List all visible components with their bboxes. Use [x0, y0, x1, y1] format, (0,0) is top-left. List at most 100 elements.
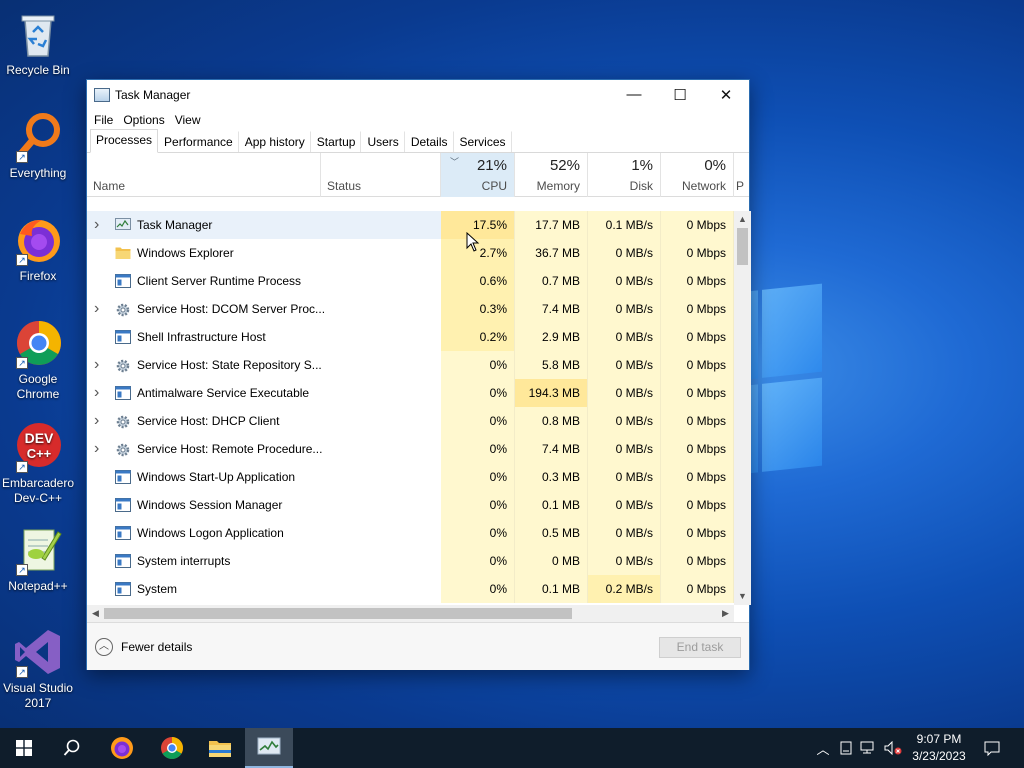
notepadpp-icon: ↗: [12, 524, 64, 576]
chevron-up-icon: ︿: [95, 638, 113, 656]
chrome-icon: [161, 737, 183, 759]
desktop-icon-recycle-bin[interactable]: Recycle Bin: [0, 8, 76, 78]
column-header-cpu[interactable]: ﹀ 21% CPU: [441, 153, 515, 197]
process-memory: 0 MB: [515, 547, 588, 575]
close-button[interactable]: ✕: [703, 80, 749, 109]
window-title: Task Manager: [115, 87, 191, 102]
maximize-button[interactable]: ☐: [657, 80, 703, 109]
chevron-right-icon[interactable]: ›: [94, 295, 106, 322]
desktop-icon-devcpp[interactable]: DEV C++ ↗ Embarcadero Dev-C++: [0, 421, 76, 506]
process-row[interactable]: Windows Logon Application 0% 0.5 MB 0 MB/s 0…: [87, 519, 734, 547]
scroll-right-icon[interactable]: ▶: [717, 605, 734, 622]
process-row[interactable]: › Service Host: State Repository S... 0% 5.…: [87, 351, 734, 379]
gear-icon: [115, 302, 131, 317]
tab-processes[interactable]: Processes: [90, 129, 159, 153]
process-row[interactable]: System 0% 0.1 MB 0.2 MB/s 0 Mbps: [87, 575, 734, 603]
process-name: System: [137, 582, 178, 596]
firefox-icon: ↗: [12, 214, 64, 266]
process-status: [321, 239, 441, 267]
process-row[interactable]: › Service Host: DCOM Server Proc... 0.3% 7.…: [87, 295, 734, 323]
action-center-button[interactable]: [978, 728, 1006, 768]
tab-users[interactable]: Users: [361, 131, 405, 152]
process-network: 0 Mbps: [661, 351, 734, 379]
desktop-icon-firefox[interactable]: ↗ Firefox: [0, 214, 76, 284]
vertical-scroll-thumb[interactable]: [737, 228, 748, 265]
taskbar-task-manager[interactable]: [245, 728, 293, 768]
process-network: 0 Mbps: [661, 547, 734, 575]
tab-app-history[interactable]: App history: [239, 131, 311, 152]
process-status: [321, 519, 441, 547]
process-row[interactable]: › Service Host: DHCP Client 0% 0.8 MB 0 MB/s…: [87, 407, 734, 435]
process-row[interactable]: System interrupts 0% 0 MB 0 MB/s 0 Mbps: [87, 547, 734, 575]
chevron-right-icon[interactable]: ›: [94, 407, 106, 434]
chevron-right-icon[interactable]: ›: [94, 211, 106, 238]
process-row[interactable]: Windows Start-Up Application 0% 0.3 MB 0 MB…: [87, 463, 734, 491]
process-network: 0 Mbps: [661, 239, 734, 267]
process-network: 0 Mbps: [661, 519, 734, 547]
devcpp-icon: DEV C++ ↗: [12, 421, 64, 473]
tray-keyboard-button[interactable]: [836, 728, 856, 768]
process-row[interactable]: › Antimalware Service Executable 0% 194.3 M…: [87, 379, 734, 407]
process-disk: 0 MB/s: [588, 239, 661, 267]
tab-performance[interactable]: Performance: [158, 131, 239, 152]
process-name: Windows Session Manager: [137, 498, 283, 512]
menu-file[interactable]: File: [94, 113, 113, 127]
desktop-icon-everything[interactable]: ↗ Everything: [0, 111, 76, 181]
process-row[interactable]: Windows Explorer 2.7% 36.7 MB 0 MB/s 0 Mbps: [87, 239, 734, 267]
tray-overflow-button[interactable]: ︿: [812, 728, 834, 768]
end-task-button[interactable]: End task: [659, 637, 741, 658]
taskbar-clock[interactable]: 9:07 PM 3/23/2023: [906, 731, 972, 765]
column-header-memory[interactable]: 52% Memory: [515, 153, 588, 197]
scroll-up-icon[interactable]: ▲: [734, 211, 751, 228]
process-memory: 0.1 MB: [515, 575, 588, 603]
horizontal-scrollbar[interactable]: ◀ ▶: [87, 605, 734, 622]
process-row[interactable]: › Task Manager 17.5% 17.7 MB 0.1 MB/s 0 Mbps: [87, 211, 734, 239]
column-header-network[interactable]: 0% Network: [661, 153, 734, 197]
desktop-icon-chrome[interactable]: ↗ Google Chrome: [0, 317, 76, 402]
process-status: [321, 295, 441, 323]
process-status: [321, 267, 441, 295]
horizontal-scroll-thumb[interactable]: [104, 608, 572, 619]
process-disk: 0 MB/s: [588, 463, 661, 491]
process-name: Task Manager: [137, 218, 213, 232]
scroll-left-icon[interactable]: ◀: [87, 605, 104, 622]
column-header-status[interactable]: Status: [321, 153, 441, 197]
taskbar-chrome[interactable]: [148, 728, 196, 768]
menu-view[interactable]: View: [175, 113, 201, 127]
vertical-scrollbar[interactable]: ▲ ▼: [734, 211, 751, 605]
menu-options[interactable]: Options: [123, 113, 164, 127]
minimize-button[interactable]: —: [611, 80, 657, 109]
taskbar-search-button[interactable]: [48, 728, 96, 768]
process-cpu: 0%: [441, 575, 515, 603]
scroll-down-icon[interactable]: ▼: [734, 588, 751, 605]
chevron-right-icon[interactable]: ›: [94, 379, 106, 406]
taskbar-file-explorer[interactable]: [196, 728, 244, 768]
process-disk: 0 MB/s: [588, 519, 661, 547]
volume-muted-icon: [884, 741, 902, 755]
column-header-power[interactable]: P: [734, 153, 749, 197]
process-name: System interrupts: [137, 554, 231, 568]
tab-startup[interactable]: Startup: [311, 131, 362, 152]
process-row[interactable]: Client Server Runtime Process 0.6% 0.7 MB 0…: [87, 267, 734, 295]
title-bar[interactable]: Task Manager — ☐ ✕: [87, 80, 749, 109]
process-row[interactable]: › Service Host: Remote Procedure... 0% 7.4 …: [87, 435, 734, 463]
tab-services[interactable]: Services: [454, 131, 512, 152]
desktop-icon-visual-studio[interactable]: ↗ Visual Studio 2017: [0, 626, 76, 711]
process-row[interactable]: Shell Infrastructure Host 0.2% 2.9 MB 0 MB/…: [87, 323, 734, 351]
tray-volume-button[interactable]: [882, 728, 904, 768]
tray-network-button[interactable]: [858, 728, 880, 768]
chevron-right-icon[interactable]: ›: [94, 351, 106, 378]
tab-details[interactable]: Details: [405, 131, 454, 152]
taskbar: ︿ 9:07 PM 3/23/2023: [0, 728, 1024, 768]
start-button[interactable]: [0, 728, 48, 768]
column-header-disk[interactable]: 1% Disk: [588, 153, 661, 197]
process-network: 0 Mbps: [661, 407, 734, 435]
desktop-icon-notepadpp[interactable]: ↗ Notepad++: [0, 524, 76, 594]
process-row[interactable]: Windows Session Manager 0% 0.1 MB 0 MB/s 0 M…: [87, 491, 734, 519]
fewer-details-button[interactable]: ︿ Fewer details: [95, 638, 192, 656]
chevron-right-icon[interactable]: ›: [94, 435, 106, 462]
process-name: Windows Logon Application: [137, 526, 284, 540]
column-header-name[interactable]: Name: [87, 153, 321, 197]
taskbar-firefox[interactable]: [98, 728, 146, 768]
sort-down-icon: ﹀: [450, 157, 460, 167]
